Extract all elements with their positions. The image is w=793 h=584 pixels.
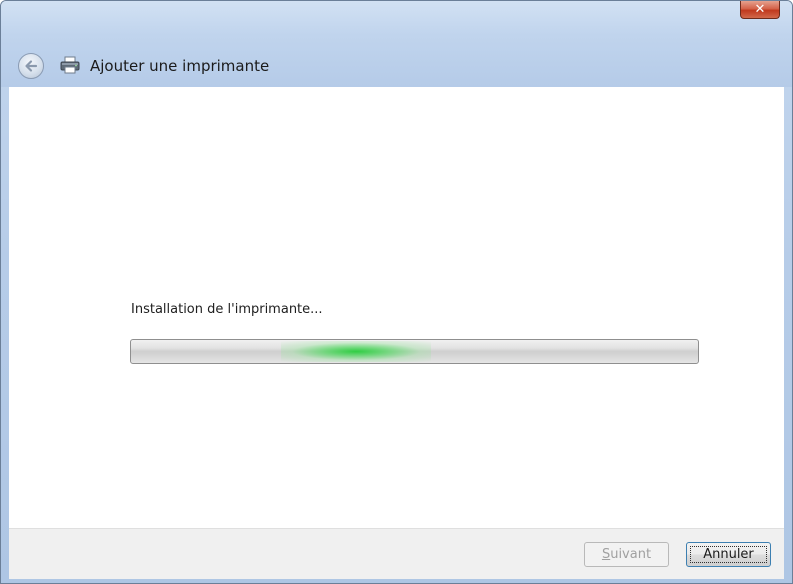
close-button[interactable]: ✕: [740, 1, 780, 19]
install-status-text: Installation de l'imprimante...: [131, 302, 323, 317]
next-button-mnemonic: S: [601, 547, 611, 562]
printer-icon: [60, 56, 80, 74]
title-bar: ✕ Ajouter une imprimante: [1, 1, 792, 87]
back-arrow-icon: [25, 60, 38, 72]
add-printer-window: ✕ Ajouter une imprimante Installation de…: [0, 0, 793, 584]
next-button[interactable]: Suivant: [584, 542, 669, 567]
wizard-footer: Suivant Annuler: [9, 528, 784, 579]
wizard-content: Installation de l'imprimante...: [9, 87, 784, 528]
cancel-button[interactable]: Annuler: [686, 542, 771, 567]
install-progress-bar: [130, 339, 699, 364]
cancel-button-label: Annuler: [703, 547, 754, 562]
back-button[interactable]: [18, 53, 44, 79]
window-title: Ajouter une imprimante: [90, 57, 270, 75]
close-icon: ✕: [754, 2, 766, 17]
next-button-label: uivant: [610, 547, 652, 562]
progress-marquee-glow: [281, 341, 431, 362]
